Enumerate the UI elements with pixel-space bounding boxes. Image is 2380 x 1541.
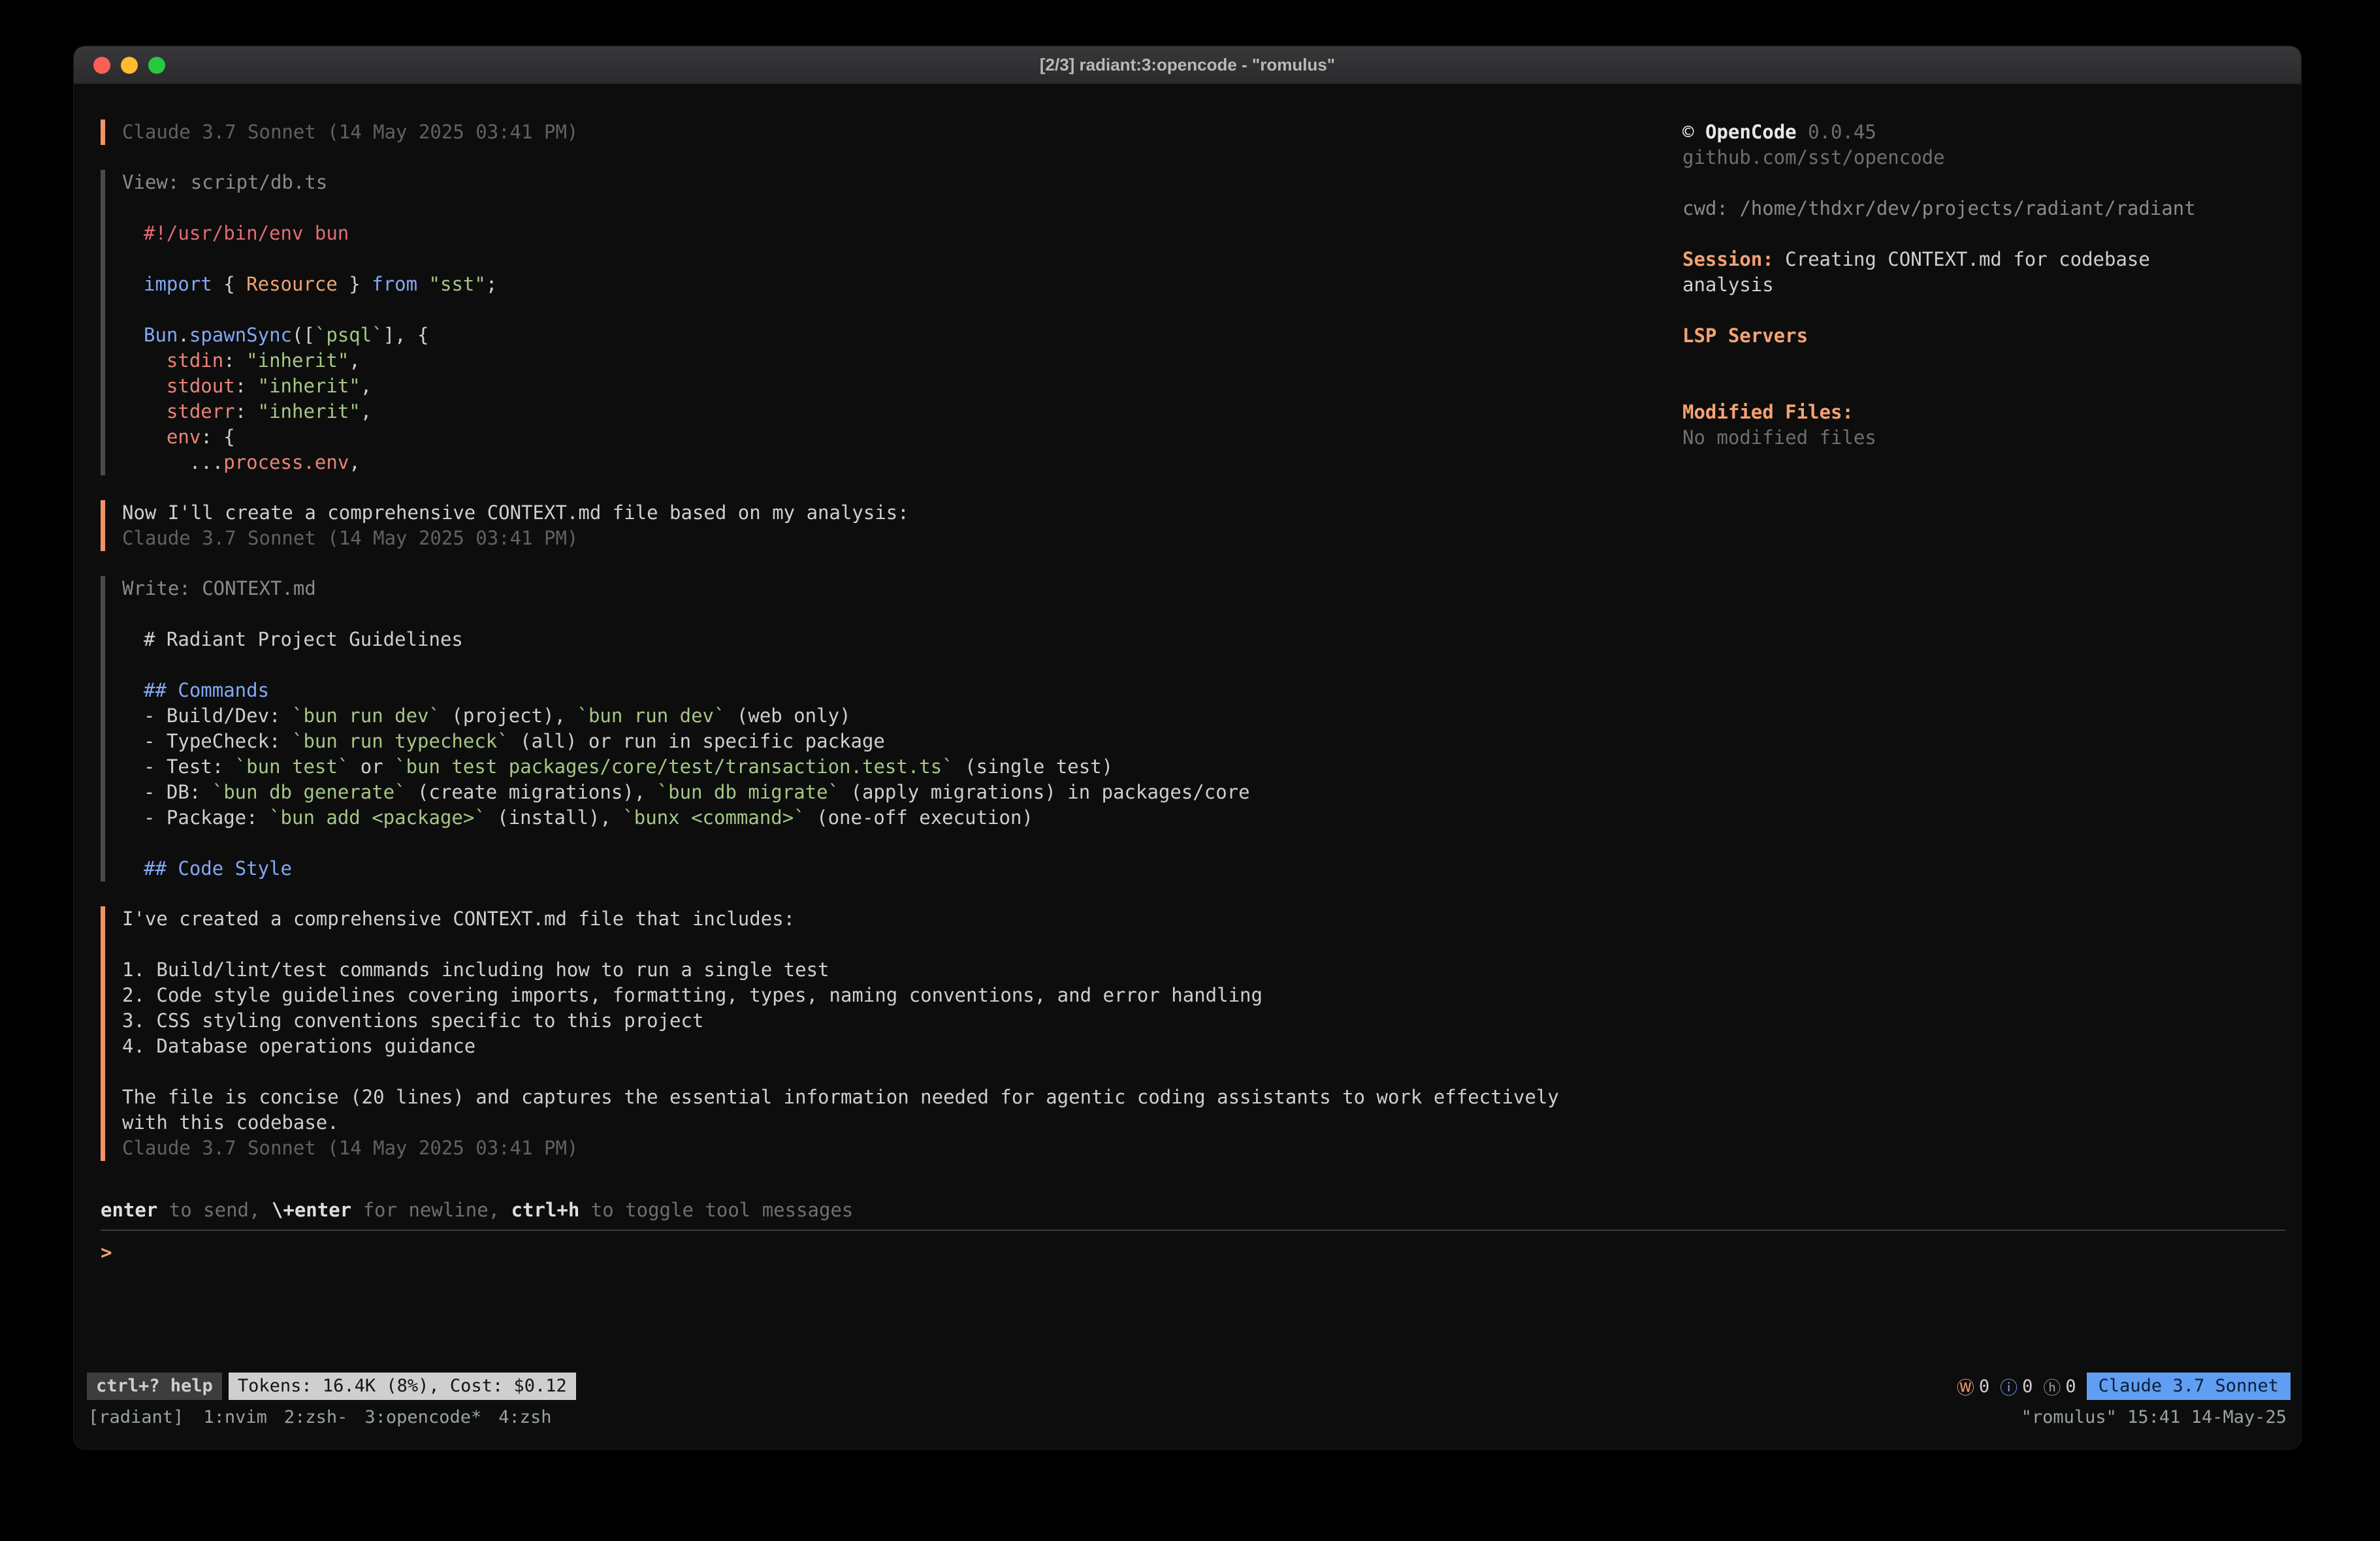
close-button[interactable] — [93, 57, 110, 74]
editor-area: enter to send, \+enter for newline, ctrl… — [74, 1198, 2301, 1371]
code-block: #!/usr/bin/env bun import { Resource } f… — [122, 221, 1663, 475]
session-label: Session: — [1682, 248, 1774, 270]
tmux-session-name: [radiant] — [88, 1407, 184, 1427]
tmux-host-time: "romulus" 15:41 14-May-25 — [2021, 1407, 2287, 1427]
tmux-status-bar: [radiant] 1:nvim 2:zsh- 3:opencode* 4:zs… — [74, 1402, 2301, 1432]
repo-link: github.com/sst/opencode — [1682, 145, 2244, 170]
model-badge[interactable]: Claude 3.7 Sonnet — [2087, 1373, 2291, 1400]
message-block: Claude 3.7 Sonnet (14 May 2025 03:41 PM) — [101, 119, 1663, 145]
prompt-symbol: > — [101, 1240, 112, 1265]
info-icon: ⓘ — [2000, 1374, 2018, 1399]
cwd-line: cwd: /home/thdxr/dev/projects/radiant/ra… — [1682, 196, 2244, 221]
message-block: I've created a comprehensive CONTEXT.md … — [101, 906, 1663, 1161]
session-line: Session: Creating CONTEXT.md for codebas… — [1682, 247, 2244, 298]
window-title: [2/3] radiant:3:opencode - "romulus" — [1040, 55, 1335, 75]
hint-count: ⓗ0 — [2043, 1374, 2076, 1399]
zoom-button[interactable] — [148, 57, 165, 74]
app-name: OpenCode — [1705, 121, 1797, 143]
message-block: Now I'll create a comprehensive CONTEXT.… — [101, 500, 1663, 551]
app-logo: © OpenCode 0.0.45 — [1682, 119, 2244, 145]
warning-icon: Ⓦ — [1957, 1374, 1974, 1399]
chat-panel: Claude 3.7 Sonnet (14 May 2025 03:41 PM)… — [101, 119, 1682, 1198]
markdown-block: # Radiant Project Guidelines ## Commands… — [122, 627, 1663, 882]
message-text: I've created a comprehensive CONTEXT.md … — [122, 906, 1663, 1136]
cwd-path: /home/thdxr/dev/projects/radiant/radiant — [1739, 197, 2195, 219]
terminal-content: Claude 3.7 Sonnet (14 May 2025 03:41 PM)… — [74, 84, 2301, 1198]
tool-title: Write: CONTEXT.md — [122, 576, 1663, 601]
editor-divider — [101, 1230, 2285, 1231]
tokens-badge: Tokens: 16.4K (8%), Cost: $0.12 — [229, 1373, 576, 1400]
info-count: ⓘ0 — [2000, 1374, 2033, 1399]
message-text: Now I'll create a comprehensive CONTEXT.… — [122, 500, 1663, 526]
opencode-logo-icon: © — [1682, 121, 1694, 143]
modified-files-empty: No modified files — [1682, 425, 2244, 451]
hint-icon: ⓗ — [2043, 1374, 2061, 1399]
traffic-lights — [93, 46, 165, 84]
message-header: Claude 3.7 Sonnet (14 May 2025 03:41 PM) — [122, 119, 1663, 145]
tmux-window-item[interactable]: 2:zsh- — [284, 1407, 348, 1427]
sidebar: © OpenCode 0.0.45 github.com/sst/opencod… — [1682, 119, 2301, 1198]
message-header: Claude 3.7 Sonnet (14 May 2025 03:41 PM) — [122, 526, 1663, 551]
titlebar[interactable]: [2/3] radiant:3:opencode - "romulus" — [74, 46, 2301, 84]
warning-count: Ⓦ0 — [1957, 1374, 1989, 1399]
statusbar-right: Ⓦ0 ⓘ0 ⓗ0 Claude 3.7 Sonnet — [1957, 1373, 2291, 1400]
terminal-window: [2/3] radiant:3:opencode - "romulus" Cla… — [73, 46, 2302, 1450]
desktop: { "window": { "title": "[2/3] radiant:3:… — [0, 0, 2380, 1541]
input-hint: enter to send, \+enter for newline, ctrl… — [101, 1198, 2285, 1223]
cwd-label: cwd: — [1682, 197, 1739, 219]
app-version: 0.0.45 — [1808, 121, 1876, 143]
tool-block-view: View: script/db.ts #!/usr/bin/env bun im… — [101, 170, 1663, 475]
tool-block-write: Write: CONTEXT.md # Radiant Project Guid… — [101, 576, 1663, 882]
tmux-window-item[interactable]: 4:zsh — [498, 1407, 551, 1427]
modified-files-header: Modified Files: — [1682, 400, 2244, 425]
help-badge[interactable]: ctrl+? help — [87, 1373, 222, 1400]
message-header: Claude 3.7 Sonnet (14 May 2025 03:41 PM) — [122, 1136, 1663, 1161]
tmux-window-item[interactable]: 1:nvim — [203, 1407, 267, 1427]
prompt-input[interactable]: > — [101, 1240, 2285, 1265]
minimize-button[interactable] — [121, 57, 138, 74]
tmux-window-list: [radiant] 1:nvim 2:zsh- 3:opencode* 4:zs… — [88, 1407, 552, 1427]
tmux-window-item[interactable]: 3:opencode* — [364, 1407, 481, 1427]
tool-title: View: script/db.ts — [122, 170, 1663, 195]
lsp-servers-header: LSP Servers — [1682, 323, 2244, 349]
status-bar: ctrl+? help Tokens: 16.4K (8%), Cost: $0… — [74, 1371, 2301, 1402]
